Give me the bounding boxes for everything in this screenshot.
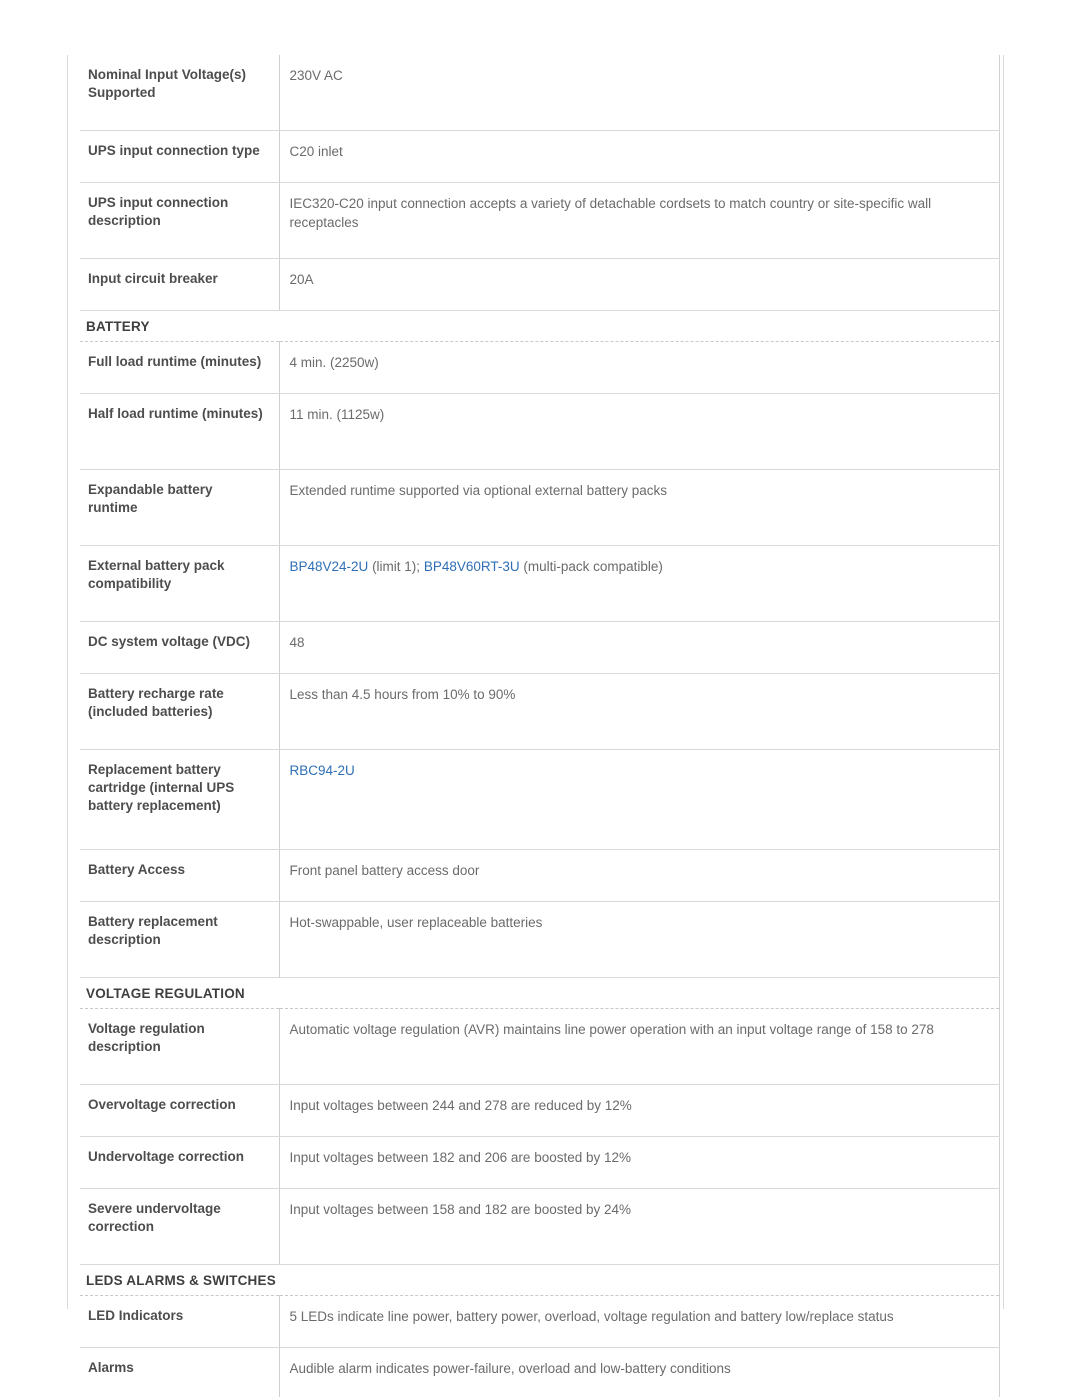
spec-value: Audible alarm indicates power-failure, o… — [279, 1347, 999, 1397]
spec-row: UPS input connection description IEC320-C… — [80, 182, 999, 259]
spec-value: 230V AC — [279, 55, 999, 131]
spec-row: Input circuit breaker 20A — [80, 258, 999, 311]
spec-label: External battery pack compatibility — [80, 545, 280, 622]
spec-label: Severe undervoltage correction — [80, 1188, 280, 1265]
specifications-table: Nominal Input Voltage(s) Supported 230V A… — [80, 55, 1000, 1397]
spec-row: Undervoltage correction Input voltages be… — [80, 1136, 999, 1189]
spec-value: 4 min. (2250w) — [279, 341, 999, 394]
section-header-label: BATTERY — [80, 310, 999, 342]
section-header-label: LEDS ALARMS & SWITCHES — [80, 1264, 999, 1296]
specifications-table-body: Nominal Input Voltage(s) Supported 230V A… — [80, 55, 999, 1397]
spec-value-link[interactable]: BP48V24-2U — [290, 559, 369, 574]
spec-value-text: (limit 1); — [368, 559, 424, 574]
spec-value: Extended runtime supported via optional … — [279, 469, 999, 546]
spec-label: Expandable battery runtime — [80, 469, 280, 546]
section-header-row: VOLTAGE REGULATION — [80, 977, 999, 1009]
spec-label: UPS input connection description — [80, 182, 280, 259]
spec-value: Less than 4.5 hours from 10% to 90% — [279, 673, 999, 750]
spec-label: UPS input connection type — [80, 130, 280, 183]
spec-label: Full load runtime (minutes) — [80, 341, 280, 394]
section-header-label: VOLTAGE REGULATION — [80, 977, 999, 1009]
spec-value: Front panel battery access door — [279, 849, 999, 902]
spec-value: 48 — [279, 621, 999, 674]
spec-row: UPS input connection type C20 inlet — [80, 130, 999, 183]
spec-value-link[interactable]: BP48V60RT-3U — [424, 559, 520, 574]
spec-label: Alarms — [80, 1347, 280, 1397]
spec-row: Overvoltage correction Input voltages bet… — [80, 1084, 999, 1137]
specifications-table-wrapper: Nominal Input Voltage(s) Supported 230V A… — [80, 55, 1000, 1397]
spec-label: Input circuit breaker — [80, 258, 280, 311]
spec-row: Voltage regulation description Automatic … — [80, 1008, 999, 1085]
spec-row: External battery pack compatibility BP48V… — [80, 545, 999, 622]
spec-row: Battery replacement description Hot-swapp… — [80, 901, 999, 978]
section-header-row: BATTERY — [80, 310, 999, 342]
spec-value: IEC320-C20 input connection accepts a va… — [279, 182, 999, 259]
spec-label: Battery Access — [80, 849, 280, 902]
spec-label: DC system voltage (VDC) — [80, 621, 280, 674]
specifications-page: Nominal Input Voltage(s) Supported 230V A… — [0, 0, 1080, 1397]
spec-label: Battery replacement description — [80, 901, 280, 978]
spec-row: Severe undervoltage correction Input volt… — [80, 1188, 999, 1265]
spec-value: Hot-swappable, user replaceable batterie… — [279, 901, 999, 978]
spec-row: Full load runtime (minutes) 4 min. (2250w… — [80, 341, 999, 394]
spec-label: LED Indicators — [80, 1295, 280, 1348]
spec-row: Half load runtime (minutes) 11 min. (1125… — [80, 393, 999, 470]
spec-value-link[interactable]: RBC94-2U — [290, 763, 355, 778]
spec-value: Input voltages between 182 and 206 are b… — [279, 1136, 999, 1189]
spec-label: Half load runtime (minutes) — [80, 393, 280, 470]
spec-row: LED Indicators 5 LEDs indicate line power… — [80, 1295, 999, 1348]
spec-value: RBC94-2U — [279, 749, 999, 850]
spec-value: 20A — [279, 258, 999, 311]
spec-value: Input voltages between 158 and 182 are b… — [279, 1188, 999, 1265]
section-header-row: LEDS ALARMS & SWITCHES — [80, 1264, 999, 1296]
spec-label: Replacement battery cartridge (internal … — [80, 749, 280, 850]
spec-value: 11 min. (1125w) — [279, 393, 999, 470]
spec-row: Nominal Input Voltage(s) Supported 230V A… — [80, 55, 999, 131]
spec-label: Undervoltage correction — [80, 1136, 280, 1189]
spec-value-text: (multi-pack compatible) — [519, 559, 663, 574]
spec-row: DC system voltage (VDC) 48 — [80, 621, 999, 674]
spec-row: Alarms Audible alarm indicates power-fail… — [80, 1347, 999, 1397]
spec-row: Battery Access Front panel battery access… — [80, 849, 999, 902]
spec-label: Battery recharge rate (included batterie… — [80, 673, 280, 750]
spec-row: Battery recharge rate (included batterie… — [80, 673, 999, 750]
spec-value: C20 inlet — [279, 130, 999, 183]
page-left-rule — [67, 55, 68, 1309]
spec-row: Replacement battery cartridge (internal … — [80, 749, 999, 850]
spec-value: 5 LEDs indicate line power, battery powe… — [279, 1295, 999, 1348]
spec-label: Nominal Input Voltage(s) Supported — [80, 55, 280, 131]
spec-value: Automatic voltage regulation (AVR) maint… — [279, 1008, 999, 1085]
page-right-rule — [1003, 55, 1004, 1309]
spec-label: Voltage regulation description — [80, 1008, 280, 1085]
spec-value: Input voltages between 244 and 278 are r… — [279, 1084, 999, 1137]
spec-row: Expandable battery runtime Extended runti… — [80, 469, 999, 546]
spec-label: Overvoltage correction — [80, 1084, 280, 1137]
spec-value: BP48V24-2U (limit 1); BP48V60RT-3U (mult… — [279, 545, 999, 622]
